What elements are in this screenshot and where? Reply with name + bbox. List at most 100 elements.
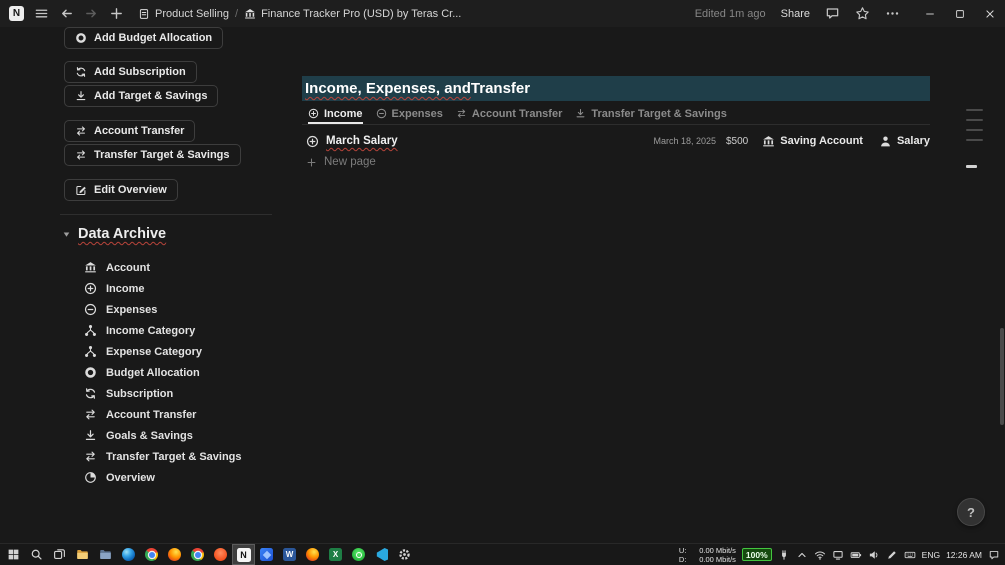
forward-arrow-icon[interactable] [84, 6, 99, 21]
notification-center-icon[interactable] [988, 549, 1000, 561]
archive-item-label: Expenses [106, 303, 158, 316]
archive-item-label: Budget Allocation [106, 366, 200, 379]
pen-icon[interactable] [886, 549, 898, 561]
vertical-scrollbar[interactable] [1000, 328, 1004, 425]
upload-value: 0.00 Mbit/s [699, 545, 736, 555]
data-archive-toggle[interactable]: Data Archive [62, 226, 166, 242]
new-tab-icon[interactable] [109, 6, 124, 21]
tab-expenses[interactable]: Expenses [376, 103, 443, 124]
comments-icon[interactable] [825, 6, 840, 21]
whatsapp-button[interactable] [347, 544, 370, 565]
archive-item-overview[interactable]: Overview [84, 467, 242, 488]
archive-item-expense-category[interactable]: Expense Category [84, 341, 242, 362]
folder-app-button[interactable] [94, 544, 117, 565]
transfer-target-savings-button[interactable]: Transfer Target & Savings [64, 144, 241, 166]
hidden-icons-chevron-icon[interactable] [796, 549, 808, 561]
page-outline-indicator[interactable] [966, 109, 986, 168]
download-label: D: [678, 554, 687, 564]
account-cell[interactable]: Saving Account [762, 135, 863, 148]
taskbar-search-button[interactable] [25, 544, 48, 565]
upload-speed: U: 0.00 Mbit/s [679, 546, 736, 555]
add-target-savings-button[interactable]: Add Target & Savings [64, 85, 219, 107]
firefox-2-button[interactable] [301, 544, 324, 565]
task-view-button[interactable] [48, 544, 71, 565]
transfer-arrows-icon [84, 408, 97, 421]
edit-overview-button[interactable]: Edit Overview [64, 179, 178, 201]
archive-item-account[interactable]: Account [84, 257, 242, 278]
breadcrumb-item-workspace[interactable]: Product Selling [138, 8, 229, 20]
cycle-icon [84, 387, 97, 400]
view-tabs: Income Expenses Account Transfer Transfe… [302, 103, 930, 124]
minimize-button[interactable] [915, 0, 945, 27]
breadcrumb-item-page[interactable]: Finance Tracker Pro (USD) by Teras Cr... [244, 8, 461, 20]
archive-item-expenses[interactable]: Expenses [84, 299, 242, 320]
more-options-icon[interactable] [885, 6, 900, 21]
notion-logo-icon[interactable]: N [9, 6, 24, 21]
excel-icon: X [329, 548, 342, 561]
archive-item-goals-savings[interactable]: Goals & Savings [84, 425, 242, 446]
archive-item-income-category[interactable]: Income Category [84, 320, 242, 341]
battery-icon[interactable] [850, 549, 862, 561]
search-icon [30, 548, 43, 561]
archive-item-account-transfer[interactable]: Account Transfer [84, 404, 242, 425]
download-value: 0.00 Mbit/s [699, 554, 736, 564]
share-button[interactable]: Share [781, 8, 810, 20]
battery-percentage-badge[interactable]: 100% [741, 548, 772, 561]
date-cell[interactable]: March 18, 2025 [653, 136, 716, 146]
settings-button[interactable] [393, 544, 416, 565]
archive-item-transfer-target-savings[interactable]: Transfer Target & Savings [84, 446, 242, 467]
usb-plug-icon[interactable] [778, 549, 790, 561]
clock[interactable]: 12:26 AM [946, 550, 982, 560]
button-label: Add Budget Allocation [94, 32, 213, 44]
download-speed: D: 0.00 Mbit/s [679, 555, 736, 564]
new-page-button[interactable]: New page [302, 152, 376, 172]
keyboard-icon[interactable] [904, 549, 916, 561]
category-cell[interactable]: Salary [879, 135, 930, 148]
account-transfer-button[interactable]: Account Transfer [64, 120, 196, 142]
chrome-button[interactable] [140, 544, 163, 565]
start-button[interactable] [2, 544, 25, 565]
word-button[interactable]: W [278, 544, 301, 565]
close-button[interactable] [975, 0, 1005, 27]
tab-account-transfer[interactable]: Account Transfer [456, 103, 562, 124]
archive-item-income[interactable]: Income [84, 278, 242, 299]
tab-income[interactable]: Income [308, 103, 363, 124]
notion-taskbar-button[interactable]: N [232, 544, 255, 565]
outline-line [966, 129, 983, 131]
network-speed-widget[interactable]: U: 0.00 Mbit/s D: 0.00 Mbit/s [679, 546, 736, 564]
folder-icon [76, 548, 89, 561]
system-tray: U: 0.00 Mbit/s D: 0.00 Mbit/s 100% ENG 1… [679, 544, 1005, 565]
favorite-star-icon[interactable] [855, 6, 870, 21]
back-arrow-icon[interactable] [59, 6, 74, 21]
chrome-profile-button[interactable] [186, 544, 209, 565]
maximize-button[interactable] [945, 0, 975, 27]
language-indicator[interactable]: ENG [922, 550, 940, 560]
table-row-march-salary[interactable]: March Salary March 18, 2025 $500 Saving … [302, 130, 930, 152]
add-budget-allocation-button[interactable]: Add Budget Allocation [64, 27, 224, 49]
row-properties: March 18, 2025 $500 Saving Account Salar… [653, 135, 930, 148]
photos-button[interactable] [255, 544, 278, 565]
brave-button[interactable] [209, 544, 232, 565]
tab-transfer-target-savings[interactable]: Transfer Target & Savings [575, 103, 727, 124]
file-explorer-button[interactable] [71, 544, 94, 565]
firefox-button[interactable] [163, 544, 186, 565]
wifi-icon[interactable] [814, 549, 826, 561]
volume-icon[interactable] [868, 549, 880, 561]
archive-item-label: Account Transfer [106, 408, 197, 421]
sidebar-menu-icon[interactable] [34, 6, 49, 21]
outline-line [966, 119, 983, 121]
windows-taskbar: N W X U: 0.00 Mbit/s D: 0.00 Mbit/s 100%… [0, 543, 1005, 565]
row-title-cell[interactable]: March Salary [302, 135, 398, 148]
archive-item-subscription[interactable]: Subscription [84, 383, 242, 404]
archive-item-budget-allocation[interactable]: Budget Allocation [84, 362, 242, 383]
archive-item-label: Expense Category [106, 345, 202, 358]
transfer-arrows-icon [75, 125, 87, 137]
help-button[interactable]: ? [957, 498, 985, 526]
amount-cell[interactable]: $500 [726, 136, 748, 147]
titlebar-actions: Edited 1m ago Share [695, 0, 1005, 27]
vscode-button[interactable] [370, 544, 393, 565]
add-subscription-button[interactable]: Add Subscription [64, 61, 197, 83]
edge-button[interactable] [117, 544, 140, 565]
display-icon[interactable] [832, 549, 844, 561]
excel-button[interactable]: X [324, 544, 347, 565]
